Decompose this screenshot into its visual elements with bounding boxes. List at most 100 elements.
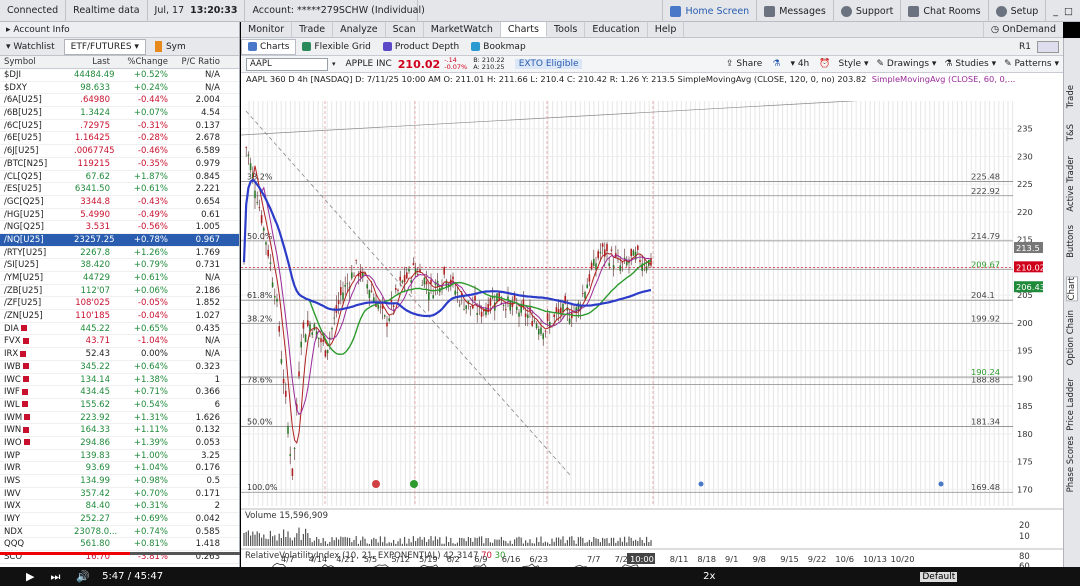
style-button[interactable]: Style ▾ <box>838 59 868 69</box>
tab-phase-scores[interactable]: Phase Scores <box>1066 436 1076 492</box>
watchlist-column-headers[interactable]: Symbol Last %Change P/C Ratio <box>0 56 239 69</box>
watchlist-row[interactable]: IWF 434.45 +0.71% 0.366 <box>0 386 239 399</box>
watchlist-row[interactable]: /ES[U25] 6341.50 +0.61% 2.221 <box>0 183 239 196</box>
tab-marketwatch[interactable]: MarketWatch <box>424 22 501 37</box>
setup-button[interactable]: Setup <box>987 0 1046 22</box>
watchlist-row[interactable]: /6E[U25] 1.16425 -0.28% 2.678 <box>0 132 239 146</box>
home-screen-button[interactable]: Home Screen <box>662 0 756 22</box>
tab-education[interactable]: Education <box>585 22 648 37</box>
watchlist-row[interactable]: QQQ 561.80 +0.81% 1.418 <box>0 538 239 552</box>
watchlist-row[interactable]: IWP 139.83 +1.00% 3.25 <box>0 450 239 463</box>
video-progress-fill <box>0 552 130 555</box>
tab-charts[interactable]: Charts <box>500 22 547 37</box>
watchlist-row[interactable]: IWV 357.42 +0.70% 0.171 <box>0 488 239 501</box>
tab-analyze[interactable]: Analyze <box>333 22 386 37</box>
watchlist-row[interactable]: NDX 23078.0... +0.74% 0.585 <box>0 526 239 539</box>
tab-active-trader[interactable]: Active Trader <box>1066 156 1076 212</box>
tab-scan[interactable]: Scan <box>386 22 424 37</box>
watchlist-row[interactable]: IWR 93.69 +1.04% 0.176 <box>0 462 239 475</box>
play-icon[interactable]: ▶ <box>26 570 34 583</box>
watchlist-row[interactable]: /RTY[U25] 2267.8 +1.26% 1.769 <box>0 247 239 260</box>
volume-bar <box>566 540 568 546</box>
watchlist-row[interactable]: IWB 345.22 +0.64% 0.323 <box>0 361 239 374</box>
watchlist-row[interactable]: IWX 84.40 +0.31% 2 <box>0 500 239 514</box>
tab-time-sales[interactable]: T&S <box>1066 124 1076 141</box>
symbol-input[interactable]: AAPL <box>246 57 328 71</box>
speed-label[interactable]: 2x <box>703 571 715 582</box>
subtab-bookmap[interactable]: Bookmap <box>465 38 531 56</box>
watchlist-row[interactable]: DIA 445.22 +0.65% 0.435 <box>0 323 239 336</box>
subtab-charts[interactable]: Charts <box>241 38 297 55</box>
minimize-icon[interactable]: _ <box>1053 6 1058 17</box>
price-chart[interactable]: 1701751801851901952002052102152202252302… <box>241 101 1063 567</box>
subtab-product-depth[interactable]: Product Depth <box>377 38 465 56</box>
tab-help[interactable]: Help <box>648 22 685 37</box>
tab-price-ladder[interactable]: Price Ladder <box>1066 378 1076 431</box>
watchlist-row[interactable]: IWY 252.27 +0.69% 0.042 <box>0 513 239 526</box>
watchlist-row[interactable]: IWL 155.62 +0.54% 6 <box>0 399 239 412</box>
volume-icon[interactable]: 🔊 <box>76 570 90 583</box>
watchlist-row[interactable]: $DXY 98.633 +0.24% N/A <box>0 82 239 95</box>
watchlist-row[interactable]: /CL[Q25] 67.62 +1.87% 0.845 <box>0 171 239 184</box>
drawings-button[interactable]: ✎ Drawings ▾ <box>876 59 936 69</box>
maximize-icon[interactable]: □ <box>1064 6 1073 17</box>
volume-bar <box>302 533 304 546</box>
tab-tools[interactable]: Tools <box>547 22 586 37</box>
watchlist-row[interactable]: /ZB[U25] 112'07 +0.06% 2.186 <box>0 285 239 298</box>
watchlist-row[interactable]: IRX 52.43 0.00% N/A <box>0 348 239 361</box>
timeframe-selector[interactable]: ▾ 4h <box>790 59 809 69</box>
volume-bar <box>602 537 604 546</box>
account-info-header[interactable]: ▸ Account Info <box>0 22 239 38</box>
next-icon[interactable]: ⏭ <box>50 570 60 584</box>
account-selector[interactable]: Account: *****279SCHW (Individual) <box>245 0 425 22</box>
watchlist-row[interactable]: /SI[U25] 38.420 +0.79% 0.731 <box>0 259 239 272</box>
watchlist-row[interactable]: /6B[U25] 1.3424 +0.07% 4.54 <box>0 107 239 120</box>
tab-chart-side[interactable]: Chart <box>1066 276 1078 302</box>
messages-button[interactable]: Messages <box>756 0 833 22</box>
ondemand-button[interactable]: ◷ OnDemand <box>982 22 1063 37</box>
studies-button[interactable]: ⚗ Studies ▾ <box>944 59 996 69</box>
watchlist-row[interactable]: IWO 294.86 +1.39% 0.053 <box>0 437 239 450</box>
subtab-flexible-grid[interactable]: Flexible Grid <box>296 38 376 56</box>
tab-buttons[interactable]: Buttons <box>1066 225 1076 258</box>
watchlist-row[interactable]: /6C[U25] .72975 -0.31% 0.137 <box>0 120 239 133</box>
watchlist-row[interactable]: /HG[U25] 5.4990 -0.49% 0.61 <box>0 209 239 222</box>
tab-trade[interactable]: Trade <box>292 22 334 37</box>
watchlist-row[interactable]: $DJI 44484.49 +0.52% N/A <box>0 69 239 82</box>
watchlist-row[interactable]: FVX 43.71 -1.04% N/A <box>0 335 239 349</box>
chat-rooms-button[interactable]: Chat Rooms <box>900 0 987 22</box>
watchlist-row[interactable]: IWC 134.14 +1.38% 1 <box>0 374 239 387</box>
watchlist-symbol-tab[interactable]: Sym <box>149 38 192 56</box>
alarm-icon[interactable]: ⏰ <box>819 59 830 69</box>
patterns-button[interactable]: ✎ Patterns ▾ <box>1004 59 1059 69</box>
watchlist-row[interactable]: IWM 223.92 +1.31% 1.626 <box>0 412 239 425</box>
watchlist-row[interactable]: /GC[Q25] 3344.8 -0.43% 0.654 <box>0 196 239 209</box>
row-symbol: /GC[Q25] <box>4 196 44 207</box>
watchlist-row[interactable]: /NG[Q25] 3.531 -0.56% 1.005 <box>0 221 239 234</box>
share-button[interactable]: ⇪ Share <box>726 59 762 69</box>
watchlist-row[interactable]: /6A[U25] .64980 -0.44% 2.004 <box>0 94 239 108</box>
watchlist-selector[interactable]: ETF/FUTURES ▾ <box>63 38 146 55</box>
watchlist-row[interactable]: IWS 134.99 +0.98% 0.5 <box>0 475 239 488</box>
watchlist-row[interactable]: /6J[U25] .0067745 -0.46% 6.589 <box>0 145 239 158</box>
tab-option-chain[interactable]: Option Chain <box>1066 310 1076 365</box>
row-symbol: $DXY <box>4 82 27 93</box>
candle-body <box>619 265 621 271</box>
watchlist-row[interactable]: IWN 164.33 +1.11% 0.132 <box>0 424 239 437</box>
default-label[interactable]: Default <box>920 571 958 582</box>
tab-monitor[interactable]: Monitor <box>241 22 293 37</box>
x-tick-label: 10/13 <box>863 554 887 564</box>
support-button[interactable]: Support <box>832 0 901 22</box>
watchlist-row[interactable]: /ZF[U25] 108'025 -0.05% 1.852 <box>0 297 239 311</box>
symbol-dropdown-icon[interactable]: ▾ <box>332 60 336 68</box>
layout-selector[interactable] <box>1037 40 1059 53</box>
watchlist-row[interactable]: /NQ[U25] 23257.25 +0.78% 0.967 <box>0 233 239 247</box>
watchlist-row[interactable]: /ZN[U25] 110'185 -0.04% 1.027 <box>0 310 239 323</box>
video-progress-bar[interactable] <box>0 552 240 555</box>
watchlist-row[interactable]: /YM[U25] 44729 +0.61% N/A <box>0 272 239 285</box>
tab-trade-side[interactable]: Trade <box>1066 85 1076 108</box>
watchlist-row[interactable]: /BTC[N25] 119215 -0.35% 0.979 <box>0 158 239 171</box>
flask-icon[interactable]: ⚗ <box>772 59 780 69</box>
volume-bar <box>593 536 595 546</box>
layout-r1[interactable]: R1 <box>1013 38 1037 56</box>
